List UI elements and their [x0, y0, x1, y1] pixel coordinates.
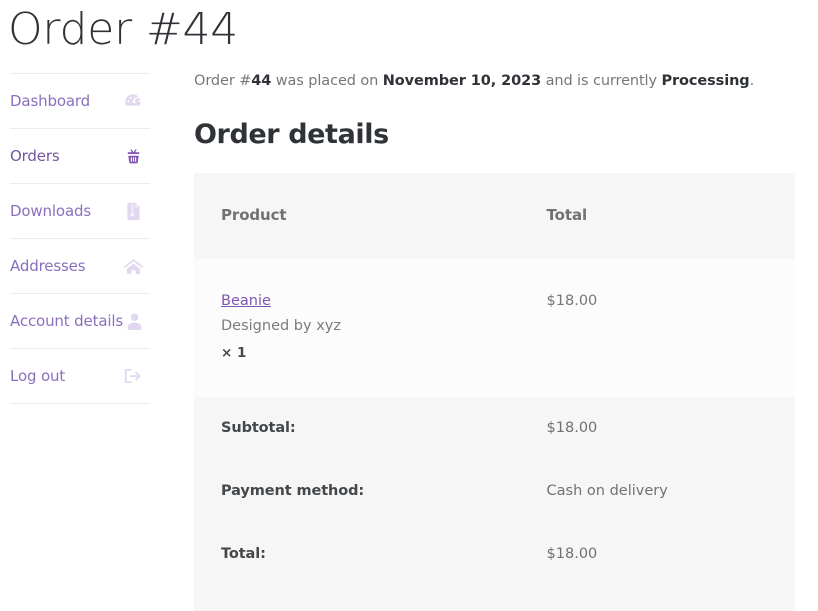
order-details-heading: Order details	[194, 118, 389, 150]
sidebar-item-addresses[interactable]: Addresses	[10, 239, 150, 295]
footer-value-subtotal: $18.00	[527, 397, 795, 461]
file-zip-icon	[122, 200, 144, 222]
intro-period: .	[749, 73, 755, 90]
sidebar-link-log-out[interactable]: Log out	[10, 368, 65, 384]
table-row: Beanie Designed by xyz × 1 $18.00	[194, 258, 795, 398]
column-header-product: Product	[194, 172, 528, 259]
sidebar-list: Dashboard Orders Downloads Addresses Acc…	[10, 73, 150, 405]
sidebar-item-dashboard[interactable]: Dashboard	[10, 74, 150, 130]
footer-label-total: Total:	[194, 522, 528, 611]
table-footer-row-total: Total: $18.00	[194, 522, 795, 611]
intro-date: November 10, 2023	[382, 73, 542, 90]
account-layout: Dashboard Orders Downloads Addresses Acc…	[0, 53, 818, 611]
table-footer-row-payment-method: Payment method: Cash on delivery	[194, 460, 795, 523]
product-link[interactable]: Beanie	[221, 289, 271, 315]
order-item-total-cell: $18.00	[527, 258, 795, 398]
home-icon	[122, 255, 144, 277]
product-meta: Designed by xyz	[221, 318, 341, 335]
intro-currently: and is currently	[541, 73, 662, 90]
sign-out-icon	[122, 365, 144, 387]
sidebar-link-account-details[interactable]: Account details	[10, 313, 123, 329]
sidebar-link-downloads[interactable]: Downloads	[10, 203, 91, 219]
sidebar-item-account-details[interactable]: Account details	[10, 294, 150, 350]
intro-placed-on: was placed on	[271, 73, 383, 90]
table-body: Beanie Designed by xyz × 1 $18.00	[194, 258, 795, 398]
table-footer-row-subtotal: Subtotal: $18.00	[194, 397, 795, 461]
basket-icon	[122, 145, 144, 167]
sidebar-link-orders[interactable]: Orders	[10, 148, 60, 164]
order-details-table: Product Total Beanie Designed by xyz × 1…	[194, 172, 795, 611]
page-title: Order #44	[8, 4, 239, 55]
footer-value-total: $18.00	[527, 522, 795, 611]
intro-lead: Order #	[194, 73, 252, 90]
status-badge: Processing	[661, 73, 750, 90]
footer-value-payment-method: Cash on delivery	[527, 460, 795, 523]
sidebar-link-dashboard[interactable]: Dashboard	[10, 93, 90, 109]
table-header-row: Product Total	[194, 172, 795, 259]
sidebar-item-orders[interactable]: Orders	[10, 129, 150, 185]
account-content: Order #44 was placed on November 10, 202…	[150, 71, 818, 611]
footer-label-payment-method: Payment method:	[194, 460, 528, 523]
order-item-total-amount: $18.00	[546, 292, 598, 309]
footer-label-subtotal: Subtotal:	[194, 397, 528, 461]
user-icon	[123, 310, 145, 332]
table-foot: Subtotal: $18.00 Payment method: Cash on…	[194, 397, 795, 611]
intro-order-number: 44	[251, 73, 272, 90]
sidebar-item-log-out[interactable]: Log out	[10, 349, 150, 405]
column-header-total: Total	[527, 172, 795, 259]
account-navigation: Dashboard Orders Downloads Addresses Acc…	[0, 73, 150, 405]
sidebar-link-addresses[interactable]: Addresses	[10, 258, 86, 274]
product-quantity: × 1	[221, 345, 247, 362]
tachometer-icon	[122, 90, 144, 112]
order-item-product-cell: Beanie Designed by xyz × 1	[194, 258, 528, 398]
sidebar-item-downloads[interactable]: Downloads	[10, 184, 150, 240]
order-status-message: Order #44 was placed on November 10, 202…	[194, 71, 795, 93]
table-head: Product Total	[194, 172, 795, 259]
